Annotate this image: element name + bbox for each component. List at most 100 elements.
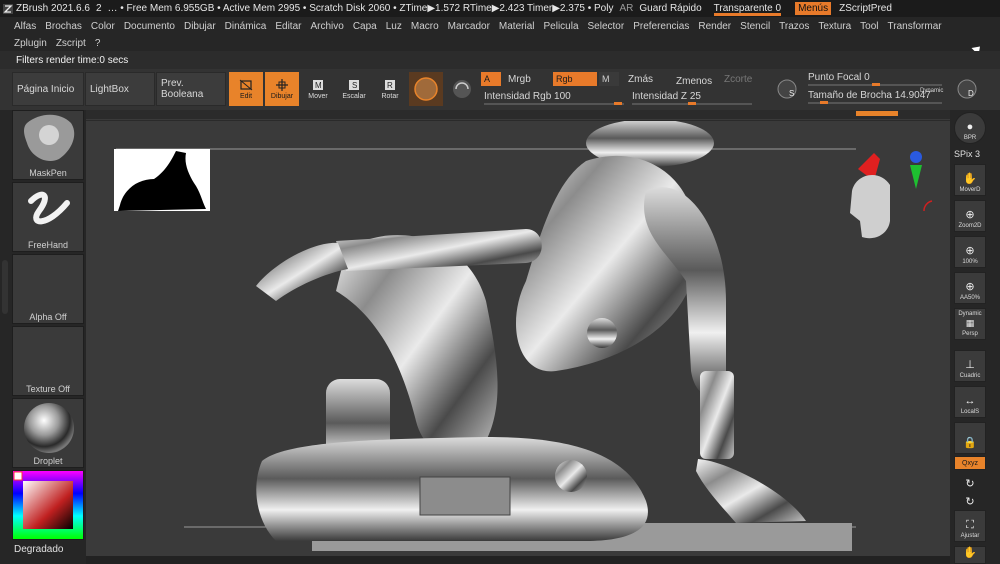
perspective-button[interactable]: Dynamic ▦ Persp (954, 308, 986, 340)
move-object-button[interactable]: ✋ (954, 546, 986, 564)
menu-11[interactable]: Marcador (448, 21, 490, 32)
menu-4[interactable]: Dibujar (184, 21, 216, 32)
menu2-1[interactable]: Zscript (56, 38, 86, 49)
bpr-button[interactable]: ● BPR (954, 112, 986, 144)
move-view-button[interactable]: ✋ MoverD (954, 164, 986, 196)
ar-label[interactable]: AR (619, 3, 633, 14)
dynamic-toggle[interactable]: Dynamic (920, 88, 943, 94)
zoom-100-button[interactable]: ⊕ 100% (954, 236, 986, 268)
rgb-toggle[interactable]: Rgb (553, 72, 597, 86)
move-button[interactable]: M Mover (301, 72, 335, 106)
lightbox-button[interactable]: LightBox (85, 72, 155, 106)
brush-size-knob[interactable] (820, 101, 828, 104)
rotate-y-button[interactable]: ↻ (954, 472, 986, 494)
menu-9[interactable]: Luz (386, 21, 402, 32)
move-label: Mover (308, 92, 328, 100)
menu-1[interactable]: Brochas (45, 21, 82, 32)
z-intensity-knob[interactable] (688, 102, 696, 105)
silhouette-thumbnail[interactable] (114, 149, 210, 211)
left-tray: MaskPen FreeHand Alpha Off Texture Off D… (0, 110, 86, 564)
rgb-intensity-knob[interactable] (614, 102, 622, 105)
boolean-preview-button[interactable]: Prev. Booleana (156, 72, 226, 106)
color-picker-swatch[interactable] (13, 471, 83, 539)
doc-counter: 2 (95, 3, 102, 14)
zoom2d-button[interactable]: ⊕ Zoom2D (954, 200, 986, 232)
bpr-icon: ● (966, 121, 974, 133)
xyz-rotate-button[interactable]: Qxyz (954, 456, 986, 470)
menu-16[interactable]: Render (698, 21, 731, 32)
robot-shoulder-joint (587, 318, 617, 348)
s-size-icon[interactable]: S (776, 78, 798, 100)
home-page-button[interactable]: Página Inicio (12, 72, 84, 106)
texture-slot[interactable]: Texture Off (12, 326, 84, 396)
zadd-toggle[interactable]: Zmás (628, 74, 653, 85)
gradient-label[interactable]: Degradado (14, 544, 63, 555)
menu2-0[interactable]: Zplugin (14, 38, 47, 49)
stroke-slot[interactable]: FreeHand (12, 182, 84, 252)
menu-3[interactable]: Documento (124, 21, 175, 32)
alpha-slot[interactable]: Alpha Off (12, 254, 84, 324)
menu-19[interactable]: Textura (818, 21, 851, 32)
lock-button[interactable]: 🔒 (954, 422, 986, 454)
aa-half-label: AA50% (959, 295, 980, 301)
menu-8[interactable]: Capa (353, 21, 377, 32)
brush-size-track[interactable] (808, 102, 942, 104)
gizmo-rotation-ring (923, 200, 933, 212)
bpr-label: BPR (963, 135, 977, 141)
menu-15[interactable]: Preferencias (633, 21, 689, 32)
transparent-slider[interactable]: Transparente 0 (713, 3, 787, 16)
brush-size-slider[interactable]: Tamaño de Brocha 14.9047 (808, 90, 931, 101)
focal-point-knob[interactable] (872, 83, 880, 86)
m-toggle[interactable]: M (599, 72, 619, 86)
canvas-ruler (86, 110, 950, 120)
rgb-intensity-track[interactable] (484, 103, 624, 105)
focal-point-slider[interactable]: Punto Focal 0 (808, 72, 870, 83)
menu-14[interactable]: Selector (588, 21, 625, 32)
left-tray-handle[interactable] (2, 260, 8, 314)
edit-button[interactable]: Edit (229, 72, 263, 106)
menu-0[interactable]: Alfas (14, 21, 36, 32)
zscript-pred-button[interactable]: ZScriptPred (839, 3, 892, 14)
menu-12[interactable]: Material (499, 21, 535, 32)
menu-18[interactable]: Trazos (779, 21, 809, 32)
spix-label[interactable]: SPix 3 (954, 149, 980, 159)
menus-button[interactable]: Menús (795, 2, 832, 15)
menu-6[interactable]: Editar (275, 21, 301, 32)
mrgb-toggle[interactable]: Mrgb (508, 74, 531, 85)
rotate-button[interactable]: R Rotar (373, 72, 407, 106)
scale-button[interactable]: S Escalar (337, 72, 371, 106)
mem-stats: … • Free Mem 6.955GB • Active Mem 2995 •… (107, 3, 614, 14)
rgb-intensity-slider[interactable]: Intensidad Rgb 100 (484, 91, 571, 102)
model-render[interactable] (86, 121, 950, 556)
color-picker[interactable] (12, 470, 84, 540)
menu-10[interactable]: Macro (411, 21, 439, 32)
menu-7[interactable]: Archivo (310, 21, 343, 32)
menu-5[interactable]: Dinámica (225, 21, 267, 32)
menu-21[interactable]: Transformar (888, 21, 942, 32)
menu-2[interactable]: Color (91, 21, 115, 32)
material-swatch-button[interactable] (409, 72, 443, 106)
d-intensity-icon[interactable]: D (956, 78, 978, 100)
robot-forearm (700, 371, 734, 459)
menu2-2[interactable]: ? (95, 38, 101, 49)
zcut-toggle[interactable]: Zcorte (724, 74, 752, 85)
floor-grid-button[interactable]: ⊥ Cuadric (954, 350, 986, 382)
zsub-toggle[interactable]: Zmenos (676, 76, 712, 87)
menu-13[interactable]: Pelicula (543, 21, 578, 32)
gyro-icon[interactable] (451, 78, 473, 100)
brush-label: MaskPen (29, 168, 67, 178)
local-symmetry-button[interactable]: ↔ LocalS (954, 386, 986, 418)
menu-17[interactable]: Stencil (740, 21, 770, 32)
hand-icon: ✋ (963, 173, 977, 185)
draw-button[interactable]: Dibujar (265, 72, 299, 106)
brush-slot[interactable]: MaskPen (12, 110, 84, 180)
z-intensity-slider[interactable]: Intensidad Z 25 (632, 91, 701, 102)
canvas-viewport[interactable] (86, 121, 950, 556)
menu-20[interactable]: Tool (860, 21, 878, 32)
a-toggle[interactable]: A (481, 72, 501, 86)
frame-button[interactable]: ⛶ Ajustar (954, 510, 986, 542)
material-slot[interactable]: Droplet (12, 398, 84, 468)
quick-save-button[interactable]: Guard Rápido (639, 3, 701, 14)
orientation-gizmo[interactable] (844, 151, 934, 243)
aa-half-button[interactable]: ⊕ AA50% (954, 272, 986, 304)
